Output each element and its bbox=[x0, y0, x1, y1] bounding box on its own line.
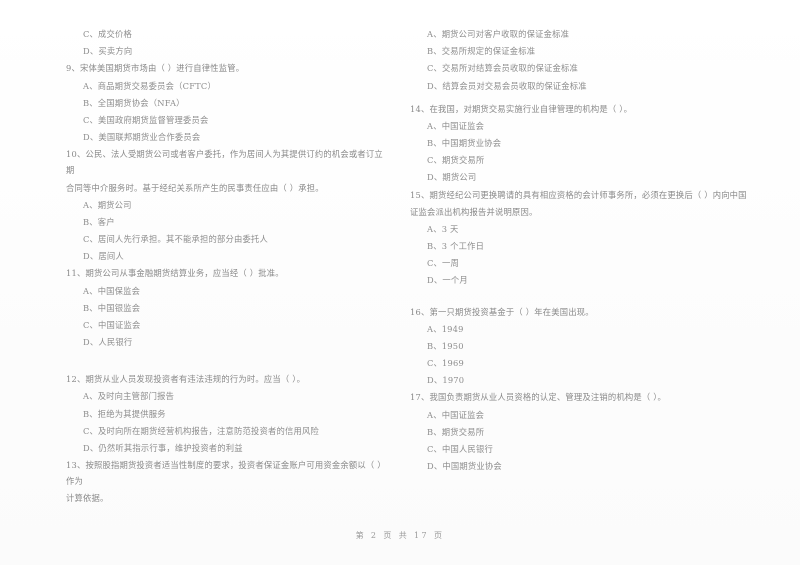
question-gap bbox=[410, 290, 778, 304]
question-12: 12、期货从业人员发现投资者有违法违规的行为时。应当（ ）。 A、及时向主管部门… bbox=[66, 371, 386, 456]
option-item[interactable]: B、中国银监会 bbox=[66, 300, 386, 316]
question-17: 17、我国负责期货从业人员资格的认定、管理及注销的机构是（ ）。 A、中国证监会… bbox=[410, 389, 778, 474]
question-stem: 14、在我国，对期货交易实施行业自律管理的机构是（ ）。 bbox=[410, 103, 633, 114]
question-stem: 15、期货经纪公司更换聘请的具有相应资格的会计师事务所，必须在更换后（ ）内向中… bbox=[410, 189, 747, 200]
two-column-body: C、成交价格 D、买卖方向 9、宋体美国期货市场由（ ）进行自律性监管。 A、商… bbox=[0, 26, 800, 516]
question-stem-line2: 合同等中介服务时。基于经纪关系所产生的民事责任应由（ ）承担。 bbox=[66, 182, 324, 193]
option-item[interactable]: C、中国证监会 bbox=[66, 317, 386, 333]
option-item[interactable]: A、1949 bbox=[410, 321, 778, 337]
option-item[interactable]: B、全国期货协会（NFA） bbox=[66, 95, 386, 111]
question-stem: 17、我国负责期货从业人员资格的认定、管理及注销的机构是（ ）。 bbox=[410, 392, 667, 403]
question-16: 16、第一只期货投资基金于（ ）年在美国出现。 A、1949 B、1950 C、… bbox=[410, 304, 778, 389]
page-footer: 第 2 页 共 17 页 bbox=[355, 531, 445, 540]
right-column: A、期货公司对客户收取的保证金标准 B、交易所规定的保证金标准 C、交易所对结算… bbox=[400, 26, 800, 475]
option-item[interactable]: D、仍然听其指示行事，维护投资者的利益 bbox=[66, 440, 386, 456]
option-item[interactable]: C、交易所对结算会员收取的保证金标准 bbox=[410, 60, 778, 76]
option-item[interactable]: D、买卖方向 bbox=[66, 43, 386, 59]
option-item[interactable]: A、中国证监会 bbox=[410, 118, 778, 134]
option-item[interactable]: A、中国保监会 bbox=[66, 283, 386, 299]
option-item[interactable]: A、商品期货交易委员会（CFTC） bbox=[66, 78, 386, 94]
option-item[interactable]: B、期货交易所 bbox=[410, 424, 778, 440]
option-item[interactable]: B、1950 bbox=[410, 338, 778, 354]
option-item[interactable]: A、期货公司 bbox=[66, 197, 386, 213]
option-item[interactable]: A、及时向主管部门报告 bbox=[66, 388, 386, 404]
question-stem: 9、宋体美国期货市场由（ ）进行自律性监管。 bbox=[66, 63, 245, 74]
question-14: 14、在我国，对期货交易实施行业自律管理的机构是（ ）。 A、中国证监会 B、中… bbox=[410, 101, 778, 186]
option-item[interactable]: A、3 天 bbox=[410, 221, 778, 237]
option-item[interactable]: D、期货公司 bbox=[410, 169, 778, 185]
option-item[interactable]: C、美国政府期货监督管理委员会 bbox=[66, 112, 386, 128]
left-column: C、成交价格 D、买卖方向 9、宋体美国期货市场由（ ）进行自律性监管。 A、商… bbox=[0, 26, 400, 508]
question-stem: 12、期货从业人员发现投资者有违法违规的行为时。应当（ ）。 bbox=[66, 374, 306, 385]
option-item[interactable]: D、1970 bbox=[410, 372, 778, 388]
question-stem-line2: 计算依据。 bbox=[66, 493, 109, 504]
question-stem: 13、按照股指期货投资者适当性制度的要求，投资者保证金账户可用资金余额以（ ）作… bbox=[66, 460, 386, 487]
option-item[interactable]: B、拒绝为其提供服务 bbox=[66, 406, 386, 422]
option-item[interactable]: C、成交价格 bbox=[66, 26, 386, 42]
option-item[interactable]: D、一个月 bbox=[410, 272, 778, 288]
option-item[interactable]: D、居间人 bbox=[66, 248, 386, 264]
question-15: 15、期货经纪公司更换聘请的具有相应资格的会计师事务所，必须在更换后（ ）内向中… bbox=[410, 187, 778, 289]
option-item[interactable]: A、期货公司对客户收取的保证金标准 bbox=[410, 26, 778, 42]
option-item[interactable]: B、客户 bbox=[66, 214, 386, 230]
question-10: 10、公民、法人受期货公司或者客户委托，作为居间人为其提供订约的机会或者订立期 … bbox=[66, 146, 386, 264]
option-item[interactable]: A、中国证监会 bbox=[410, 407, 778, 423]
option-item[interactable]: C、及时向所在期货经营机构报告，注意防范投资者的信用风险 bbox=[66, 423, 386, 439]
option-item[interactable]: C、期货交易所 bbox=[410, 152, 778, 168]
option-item[interactable]: C、中国人民银行 bbox=[410, 441, 778, 457]
option-item[interactable]: C、1969 bbox=[410, 355, 778, 371]
option-item[interactable]: C、一周 bbox=[410, 255, 778, 271]
option-item[interactable]: C、居间人先行承担。其不能承担的部分由委托人 bbox=[66, 231, 386, 247]
column-gap bbox=[66, 351, 386, 371]
question-13: 13、按照股指期货投资者适当性制度的要求，投资者保证金账户可用资金余额以（ ）作… bbox=[66, 457, 386, 507]
option-item[interactable]: B、3 个工作日 bbox=[410, 238, 778, 254]
option-item[interactable]: D、美国联邦期货业合作委员会 bbox=[66, 129, 386, 145]
question-9: 9、宋体美国期货市场由（ ）进行自律性监管。 A、商品期货交易委员会（CFTC）… bbox=[66, 60, 386, 145]
option-item[interactable]: D、中国期货业协会 bbox=[410, 458, 778, 474]
question-stem: 16、第一只期货投资基金于（ ）年在美国出现。 bbox=[410, 306, 594, 317]
question-stem: 11、期货公司从事金融期货结算业务，应当经（ ）批准。 bbox=[66, 268, 284, 279]
question-11: 11、期货公司从事金融期货结算业务，应当经（ ）批准。 A、中国保监会 B、中国… bbox=[66, 265, 386, 350]
question-stem-line2: 证监会派出机构报告并说明原因。 bbox=[410, 206, 538, 217]
option-item[interactable]: D、结算会员对交易会员收取的保证金标准 bbox=[410, 78, 778, 94]
option-item[interactable]: B、中国期货业协会 bbox=[410, 135, 778, 151]
option-item[interactable]: D、人民银行 bbox=[66, 334, 386, 350]
option-item[interactable]: B、交易所规定的保证金标准 bbox=[410, 43, 778, 59]
exam-page: C、成交价格 D、买卖方向 9、宋体美国期货市场由（ ）进行自律性监管。 A、商… bbox=[0, 0, 800, 565]
question-stem: 10、公民、法人受期货公司或者客户委托，作为居间人为其提供订约的机会或者订立期 bbox=[66, 149, 383, 176]
